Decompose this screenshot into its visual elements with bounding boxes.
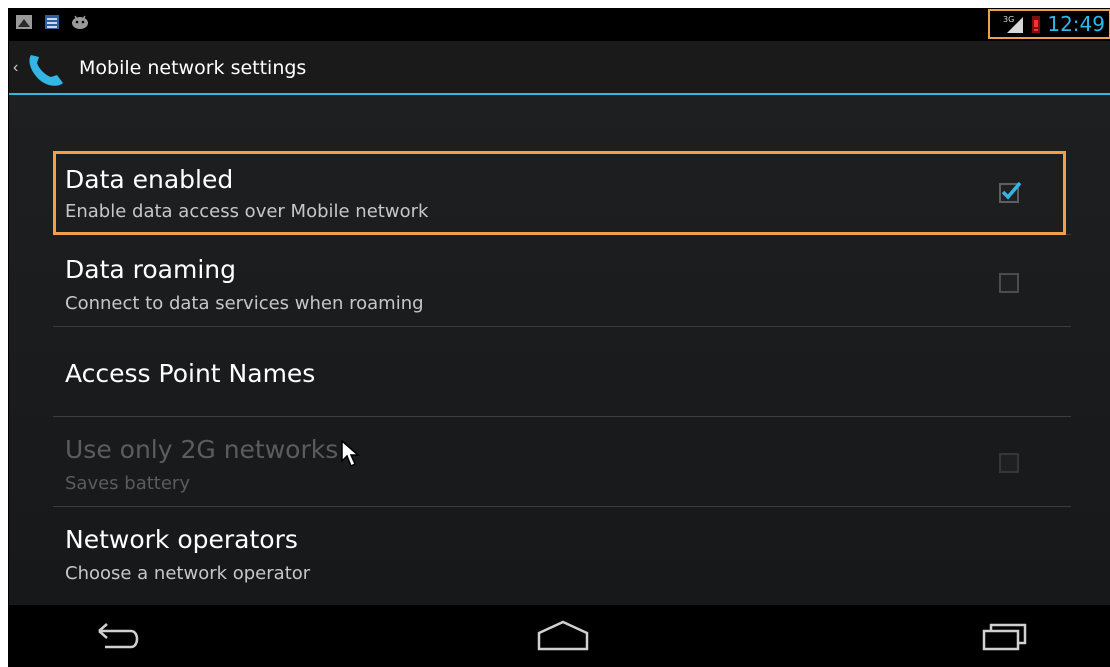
pref-title: Access Point Names [65,359,316,388]
pref-summary: Saves battery [65,473,190,494]
signal-icon: 3G [1003,15,1024,33]
screenshot-icon [16,15,32,29]
mouse-pointer-icon [341,439,360,468]
pref-title: Network operators [65,525,298,554]
recent-apps-icon[interactable] [981,619,1031,653]
pref-title: Data roaming [65,255,236,284]
pref-data-roaming[interactable]: Data roaming Connect to data services wh… [53,237,1071,327]
pref-title: Data enabled [65,165,234,194]
status-bar: 3G 12:49 [9,9,1110,41]
pref-access-point-names[interactable]: Access Point Names [53,327,1071,417]
up-caret-icon[interactable]: ‹ [13,59,18,77]
home-icon[interactable] [536,619,590,653]
pref-summary: Connect to data services when roaming [65,293,424,314]
back-icon[interactable] [95,619,145,653]
data-enabled-checkbox[interactable] [999,181,1022,203]
navigation-bar [9,605,1110,667]
preferences-list: Data enabled Enable data access over Mob… [9,95,1110,605]
pref-data-enabled[interactable]: Data enabled Enable data access over Mob… [53,151,1071,235]
pref-network-operators[interactable]: Network operators Choose a network opera… [53,507,1071,597]
action-bar: ‹ Mobile network settings [9,41,1110,95]
pref-title: Use only 2G networks [65,435,339,464]
pref-use-only-2g[interactable]: Use only 2G networks Saves battery [53,417,1071,507]
status-indicators: 3G 12:49 [988,9,1110,39]
notification-area [15,13,89,31]
android-icon [72,15,88,29]
phone-icon[interactable] [25,49,69,89]
pref-summary: Choose a network operator [65,563,311,584]
network-type-label: 3G [1003,15,1014,24]
page-title: Mobile network settings [79,57,307,79]
checkmark-icon [1001,181,1022,200]
data-roaming-checkbox[interactable] [999,273,1019,293]
use-only-2g-checkbox[interactable] [999,453,1019,473]
battery-icon [1032,16,1041,33]
device-screen: 3G 12:49 ‹ Mobile network settings Data … [8,8,1110,667]
status-time: 12:49 [1047,12,1105,36]
pref-summary: Enable data access over Mobile network [65,201,429,222]
calendar-icon [45,15,59,29]
